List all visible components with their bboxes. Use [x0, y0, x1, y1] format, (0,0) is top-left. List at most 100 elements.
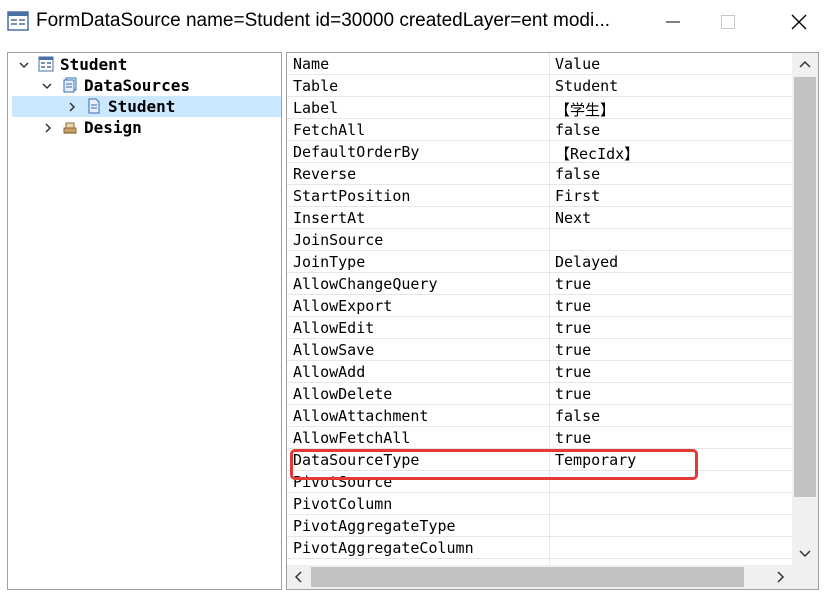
property-row[interactable]: PivotColumn — [287, 493, 792, 515]
scroll-left-button[interactable] — [287, 565, 311, 589]
property-row[interactable]: AllowSave true — [287, 339, 792, 361]
property-row[interactable]: JoinType Delayed — [287, 251, 792, 273]
property-name: PivotSource — [293, 473, 393, 491]
property-name: FetchAll — [293, 121, 366, 139]
window-title: FormDataSource name=Student id=30000 cre… — [36, 10, 611, 31]
property-value[interactable]: true — [555, 297, 591, 315]
property-value[interactable]: true — [555, 275, 591, 293]
chevron-left-icon — [294, 571, 302, 583]
scroll-right-button[interactable] — [768, 565, 792, 589]
close-button[interactable] — [776, 0, 822, 44]
vertical-scrollbar[interactable] — [792, 53, 818, 565]
property-value[interactable]: false — [555, 121, 600, 139]
tree-item-student-datasource[interactable]: Student — [12, 96, 281, 117]
property-name: PivotColumn — [293, 495, 393, 513]
minimize-button[interactable] — [650, 0, 696, 44]
property-value[interactable]: Student — [555, 77, 618, 95]
property-row[interactable]: AllowEdit true — [287, 317, 792, 339]
property-row[interactable]: AllowFetchAll true — [287, 427, 792, 449]
value-column-header: Value — [555, 55, 601, 73]
property-value[interactable]: true — [555, 341, 591, 359]
property-name: AllowAttachment — [293, 407, 429, 425]
chevron-down-icon[interactable] — [41, 78, 53, 92]
horizontal-scroll-thumb[interactable] — [311, 567, 744, 587]
property-name: DefaultOrderBy — [293, 143, 420, 161]
chevron-right-icon[interactable] — [66, 99, 78, 113]
property-row[interactable]: StartPosition First — [287, 185, 792, 207]
property-name: Label — [293, 99, 339, 117]
property-name: JoinSource — [293, 231, 384, 249]
property-name: PivotAggregateColumn — [293, 539, 474, 557]
property-grid[interactable]: Name Value Table Student Label 【学生】 FetchAll… — [286, 52, 819, 590]
tree-item-label: Design — [84, 118, 142, 137]
tree-item-design[interactable]: Design — [8, 117, 281, 138]
datasources-icon — [62, 77, 78, 93]
property-row[interactable]: Reverse false — [287, 163, 792, 185]
property-row[interactable]: AllowChangeQuery true — [287, 273, 792, 295]
property-value[interactable]: 【RecIdx】 — [555, 143, 639, 164]
property-row[interactable]: Label 【学生】 — [287, 97, 792, 119]
tree-view[interactable]: Student DataSources Student Design — [7, 52, 282, 590]
property-value[interactable]: Delayed — [555, 253, 618, 271]
property-value[interactable]: true — [555, 319, 591, 337]
property-value[interactable]: true — [555, 363, 591, 381]
property-row[interactable]: AllowAdd true — [287, 361, 792, 383]
scroll-down-button[interactable] — [792, 541, 818, 565]
property-name: AllowAdd — [293, 363, 366, 381]
title-bar[interactable]: FormDataSource name=Student id=30000 cre… — [0, 0, 833, 44]
property-value[interactable]: false — [555, 407, 600, 425]
property-value[interactable]: Temporary — [555, 451, 636, 469]
scroll-up-button[interactable] — [792, 53, 818, 77]
column-separator[interactable] — [549, 53, 550, 565]
property-name: InsertAt — [293, 209, 366, 227]
tree-item-label: DataSources — [84, 76, 190, 95]
chevron-up-icon — [799, 60, 811, 68]
tree-item-student-form[interactable]: Student — [8, 54, 281, 75]
property-value[interactable]: false — [555, 165, 600, 183]
property-name: AllowExport — [293, 297, 393, 315]
property-value[interactable]: true — [555, 385, 591, 403]
property-row[interactable]: AllowAttachment false — [287, 405, 792, 427]
property-value[interactable]: true — [555, 429, 591, 447]
property-name: DataSourceType — [293, 451, 420, 469]
tree-item-label: Student — [108, 97, 176, 116]
form-window-icon — [7, 11, 29, 31]
property-name: Table — [293, 77, 339, 95]
property-name: JoinType — [293, 253, 366, 271]
property-name: AllowFetchAll — [293, 429, 411, 447]
vertical-scroll-thumb[interactable] — [794, 77, 816, 497]
property-row[interactable]: PivotSource — [287, 471, 792, 493]
property-row[interactable]: AllowExport true — [287, 295, 792, 317]
property-name: AllowDelete — [293, 385, 393, 403]
horizontal-scrollbar[interactable] — [287, 565, 792, 589]
property-value[interactable]: First — [555, 187, 600, 205]
property-row[interactable]: DataSourceType Temporary — [287, 449, 792, 471]
property-row[interactable]: DefaultOrderBy 【RecIdx】 — [287, 141, 792, 163]
property-value[interactable]: Next — [555, 209, 591, 227]
maximize-button[interactable] — [705, 0, 751, 44]
minimize-icon — [666, 21, 680, 23]
property-name: Reverse — [293, 165, 357, 183]
property-grid-body: Name Value Table Student Label 【学生】 FetchAll… — [287, 53, 792, 565]
property-row[interactable]: AllowDelete true — [287, 383, 792, 405]
property-row[interactable]: JoinSource — [287, 229, 792, 251]
name-column-header: Name — [293, 55, 330, 73]
chevron-right-icon — [777, 571, 785, 583]
tree-item-datasources[interactable]: DataSources — [8, 75, 281, 96]
property-name: StartPosition — [293, 187, 411, 205]
property-row[interactable]: PivotAggregateColumn — [287, 537, 792, 559]
chevron-down-icon — [799, 550, 811, 558]
property-row[interactable]: Table Student — [287, 75, 792, 97]
property-row[interactable]: PivotAggregateType — [287, 515, 792, 537]
datasource-icon — [86, 98, 102, 114]
property-row[interactable]: FetchAll false — [287, 119, 792, 141]
property-grid-header: Name Value — [287, 53, 792, 75]
property-value[interactable]: 【学生】 — [555, 99, 615, 120]
chevron-right-icon[interactable] — [42, 120, 54, 134]
form-icon — [38, 56, 54, 72]
property-name: AllowSave — [293, 341, 375, 359]
property-name: PivotAggregateType — [293, 517, 456, 535]
chevron-down-icon[interactable] — [18, 57, 30, 71]
property-name: AllowEdit — [293, 319, 375, 337]
property-row[interactable]: InsertAt Next — [287, 207, 792, 229]
